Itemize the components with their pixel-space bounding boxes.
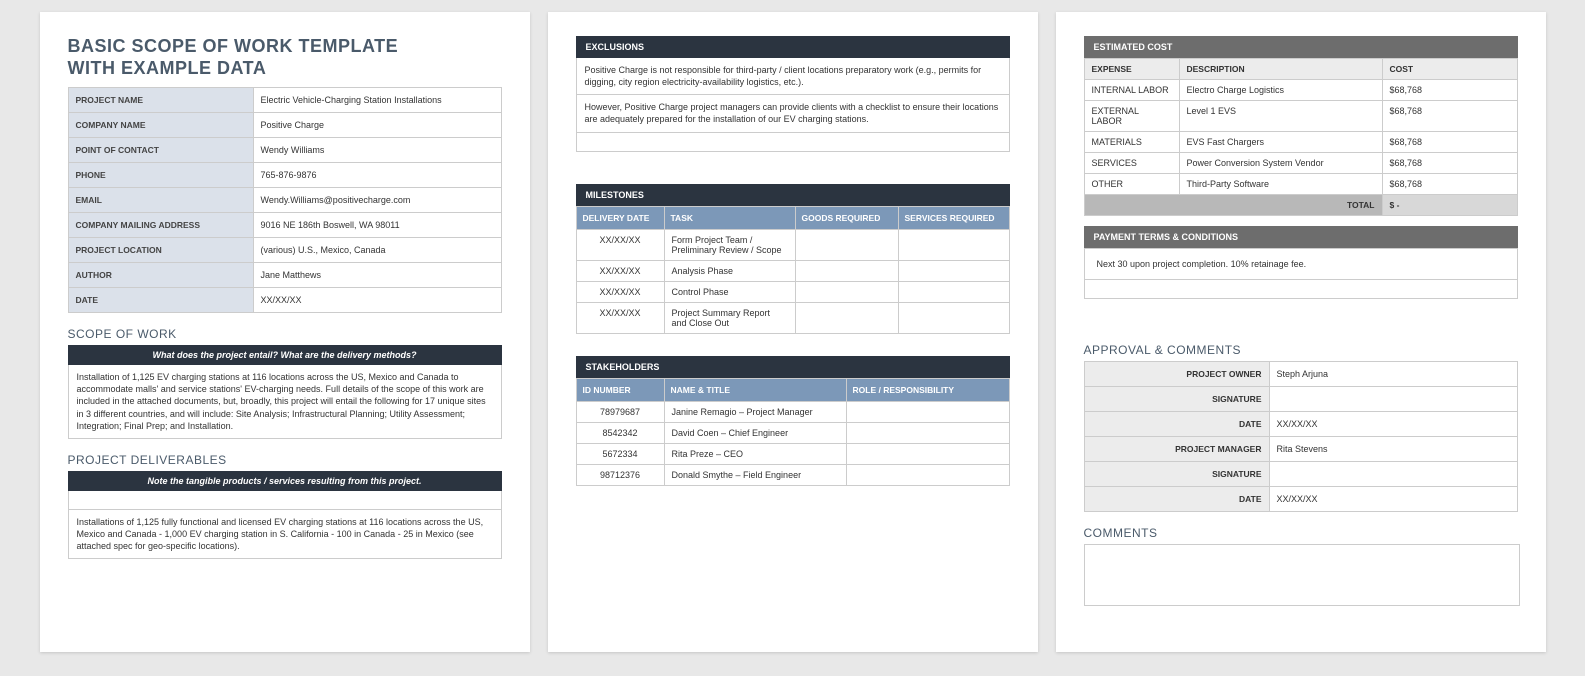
approval-table: PROJECT OWNERSteph Arjuna SIGNATURE DATE… bbox=[1084, 361, 1518, 512]
milestones-table: DELIVERY DATE TASK GOODS REQUIRED SERVIC… bbox=[576, 206, 1010, 334]
value-phone: 765-876-9876 bbox=[253, 163, 501, 188]
label-manager: PROJECT MANAGER bbox=[1084, 437, 1269, 462]
col-expense: EXPENSE bbox=[1084, 59, 1179, 80]
deliverables-heading: PROJECT DELIVERABLES bbox=[68, 453, 502, 467]
cost-row: INTERNAL LABORElectro Charge Logistics$6… bbox=[1084, 80, 1517, 101]
col-cost: COST bbox=[1382, 59, 1517, 80]
col-services: SERVICES REQUIRED bbox=[898, 206, 1009, 229]
approval-heading: APPROVAL & COMMENTS bbox=[1084, 343, 1518, 357]
value-date: XX/XX/XX bbox=[253, 288, 501, 313]
value-company-name: Positive Charge bbox=[253, 113, 501, 138]
total-value: $ - bbox=[1382, 195, 1517, 216]
value-mailing: 9016 NE 186th Boswell, WA 98011 bbox=[253, 213, 501, 238]
value-manager-date: XX/XX/XX bbox=[1269, 487, 1517, 512]
stakeholder-row: 8542342David Coen – Chief Engineer bbox=[576, 422, 1009, 443]
value-owner-sig bbox=[1269, 387, 1517, 412]
stakeholder-row: 78979687Janine Remagio – Project Manager bbox=[576, 401, 1009, 422]
payment-text: Next 30 upon project completion. 10% ret… bbox=[1084, 248, 1518, 280]
label-email: EMAIL bbox=[68, 188, 253, 213]
stakeholder-row: 5672334Rita Preze – CEO bbox=[576, 443, 1009, 464]
payment-empty bbox=[1084, 280, 1518, 299]
label-author: AUTHOR bbox=[68, 263, 253, 288]
deliverables-text: Installations of 1,125 fully functional … bbox=[68, 510, 502, 559]
value-email: Wendy.Williams@positivecharge.com bbox=[253, 188, 501, 213]
label-project-name: PROJECT NAME bbox=[68, 88, 253, 113]
scope-text: Installation of 1,125 EV charging statio… bbox=[68, 365, 502, 439]
comments-box bbox=[1084, 544, 1520, 606]
milestones-heading: MILESTONES bbox=[576, 184, 1010, 206]
title-line-1: BASIC SCOPE OF WORK TEMPLATE bbox=[68, 36, 399, 56]
col-delivery-date: DELIVERY DATE bbox=[576, 206, 664, 229]
label-owner-sig: SIGNATURE bbox=[1084, 387, 1269, 412]
stakeholders-heading: STAKEHOLDERS bbox=[576, 356, 1010, 378]
milestone-row: XX/XX/XXControl Phase bbox=[576, 281, 1009, 302]
exclusions-row-1: Positive Charge is not responsible for t… bbox=[576, 58, 1010, 95]
document-title: BASIC SCOPE OF WORK TEMPLATE WITH EXAMPL… bbox=[68, 36, 502, 79]
label-location: PROJECT LOCATION bbox=[68, 238, 253, 263]
col-name-title: NAME & TITLE bbox=[664, 378, 846, 401]
col-role: ROLE / RESPONSIBILITY bbox=[846, 378, 1009, 401]
deliverables-empty bbox=[68, 491, 502, 510]
exclusions-empty bbox=[576, 133, 1010, 152]
scope-heading: SCOPE OF WORK bbox=[68, 327, 502, 341]
col-goods: GOODS REQUIRED bbox=[795, 206, 898, 229]
label-mailing: COMPANY MAILING ADDRESS bbox=[68, 213, 253, 238]
cost-total-row: TOTAL $ - bbox=[1084, 195, 1517, 216]
stakeholder-row: 98712376Donald Smythe – Field Engineer bbox=[576, 464, 1009, 485]
label-manager-sig: SIGNATURE bbox=[1084, 462, 1269, 487]
value-manager-sig bbox=[1269, 462, 1517, 487]
cost-row: EXTERNAL LABORLevel 1 EVS$68,768 bbox=[1084, 101, 1517, 132]
payment-heading: PAYMENT TERMS & CONDITIONS bbox=[1084, 226, 1518, 248]
cost-row: SERVICESPower Conversion System Vendor$6… bbox=[1084, 153, 1517, 174]
stakeholders-table: ID NUMBER NAME & TITLE ROLE / RESPONSIBI… bbox=[576, 378, 1010, 486]
label-poc: POINT OF CONTACT bbox=[68, 138, 253, 163]
value-manager: Rita Stevens bbox=[1269, 437, 1517, 462]
label-company-name: COMPANY NAME bbox=[68, 113, 253, 138]
label-phone: PHONE bbox=[68, 163, 253, 188]
col-id: ID NUMBER bbox=[576, 378, 664, 401]
milestone-row: XX/XX/XXProject Summary Report and Close… bbox=[576, 302, 1009, 333]
cost-table: EXPENSE DESCRIPTION COST INTERNAL LABORE… bbox=[1084, 58, 1518, 216]
value-owner: Steph Arjuna bbox=[1269, 362, 1517, 387]
col-task: TASK bbox=[664, 206, 795, 229]
page-3: ESTIMATED COST EXPENSE DESCRIPTION COST … bbox=[1056, 12, 1546, 652]
label-manager-date: DATE bbox=[1084, 487, 1269, 512]
cost-row: MATERIALSEVS Fast Chargers$68,768 bbox=[1084, 132, 1517, 153]
value-location: (various) U.S., Mexico, Canada bbox=[253, 238, 501, 263]
project-info-table: PROJECT NAMEElectric Vehicle-Charging St… bbox=[68, 87, 502, 313]
exclusions-row-2: However, Positive Charge project manager… bbox=[576, 95, 1010, 132]
value-owner-date: XX/XX/XX bbox=[1269, 412, 1517, 437]
label-owner: PROJECT OWNER bbox=[1084, 362, 1269, 387]
milestone-row: XX/XX/XXAnalysis Phase bbox=[576, 260, 1009, 281]
scope-prompt: What does the project entail? What are t… bbox=[68, 345, 502, 365]
page-1: BASIC SCOPE OF WORK TEMPLATE WITH EXAMPL… bbox=[40, 12, 530, 652]
value-author: Jane Matthews bbox=[253, 263, 501, 288]
cost-row: OTHERThird-Party Software$68,768 bbox=[1084, 174, 1517, 195]
milestone-row: XX/XX/XXForm Project Team / Preliminary … bbox=[576, 229, 1009, 260]
value-project-name: Electric Vehicle-Charging Station Instal… bbox=[253, 88, 501, 113]
value-poc: Wendy Williams bbox=[253, 138, 501, 163]
label-date: DATE bbox=[68, 288, 253, 313]
exclusions-heading: EXCLUSIONS bbox=[576, 36, 1010, 58]
cost-heading: ESTIMATED COST bbox=[1084, 36, 1518, 58]
deliverables-prompt: Note the tangible products / services re… bbox=[68, 471, 502, 491]
label-owner-date: DATE bbox=[1084, 412, 1269, 437]
title-line-2: WITH EXAMPLE DATA bbox=[68, 58, 267, 78]
total-label: TOTAL bbox=[1084, 195, 1382, 216]
comments-heading: COMMENTS bbox=[1084, 526, 1518, 540]
col-description: DESCRIPTION bbox=[1179, 59, 1382, 80]
page-2: EXCLUSIONS Positive Charge is not respon… bbox=[548, 12, 1038, 652]
